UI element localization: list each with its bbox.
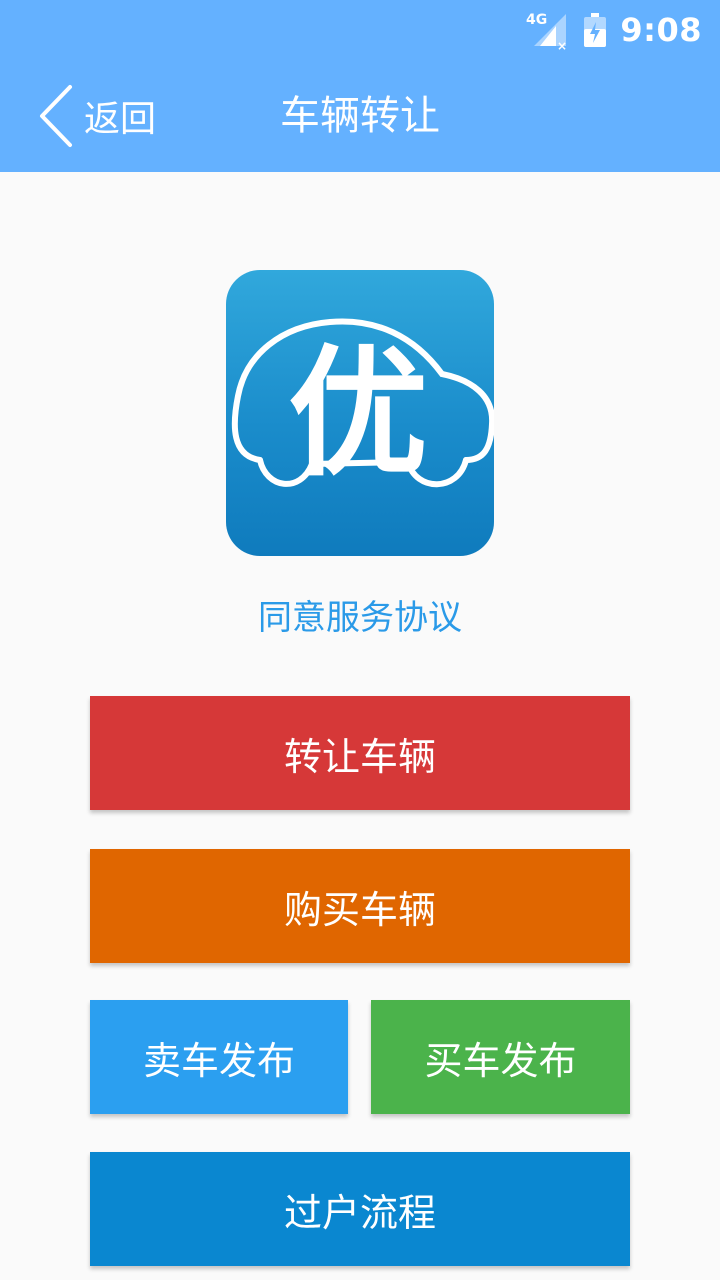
transfer-process-button[interactable]: 过户流程 (90, 1152, 630, 1266)
status-bar: 4G × 9:08 (0, 0, 720, 60)
service-agreement-link[interactable]: 同意服务协议 (0, 590, 720, 639)
chevron-left-icon (40, 85, 72, 147)
back-label: 返回 (84, 99, 157, 140)
transfer-vehicle-button[interactable]: 转让车辆 (90, 696, 630, 810)
battery-icon (584, 13, 607, 47)
status-icons: 4G × 9:08 (526, 8, 702, 52)
logo-glyph: 优 (288, 333, 428, 496)
app-logo: 优 (226, 270, 494, 556)
toolbar: 返回 车辆转让 (0, 60, 720, 172)
network-type-label: 4G (526, 12, 547, 28)
sell-car-publish-button[interactable]: 卖车发布 (90, 1000, 348, 1114)
car-logo-icon: 优 (231, 318, 494, 496)
buy-vehicle-button[interactable]: 购买车辆 (90, 849, 630, 963)
status-time: 9:08 (620, 11, 702, 49)
back-button[interactable]: 返回 (38, 82, 156, 150)
buy-car-publish-button[interactable]: 买车发布 (371, 1000, 630, 1114)
cellular-signal-icon: 4G × (526, 12, 567, 50)
svg-text:×: × (557, 39, 567, 50)
